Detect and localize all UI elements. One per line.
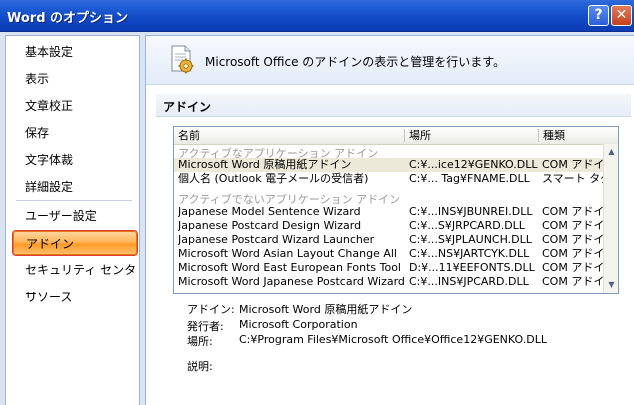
addin-gear-icon <box>171 45 194 74</box>
addin-name: Microsoft Word Japanese Postcard Wizard <box>178 275 404 288</box>
window-title: Word のオプション <box>7 11 129 26</box>
table-row[interactable]: Microsoft Word Japanese Postcard Wizard … <box>174 275 608 289</box>
detail-location-value: C:¥Program Files¥Microsoft Office¥Office… <box>239 333 547 346</box>
nav-item-proofing[interactable]: 文章校正 <box>13 94 137 118</box>
nav-item-save[interactable]: 保存 <box>13 121 137 145</box>
close-icon: ✕ <box>615 7 628 23</box>
detail-addin-value: Microsoft Word 原稿用紙アドイン <box>239 303 413 316</box>
nav-item-addins[interactable]: アドイン <box>13 231 137 255</box>
addins-panel: Microsoft Office のアドインの表示と管理を行います。 アドイン … <box>145 35 634 405</box>
addin-name: Japanese Model Sentence Wizard <box>178 205 361 218</box>
addin-type: COM アドイン <box>542 158 608 171</box>
section-header: アドイン <box>156 94 631 117</box>
nav-item-resources[interactable]: リソース <box>13 285 137 309</box>
addin-type: COM アドイン <box>542 219 608 232</box>
scroll-up-icon[interactable]: ▲ <box>605 145 618 158</box>
detail-location-label: 場所: <box>187 335 213 348</box>
addin-name: Japanese Postcard Wizard Launcher <box>178 233 375 246</box>
list-scrollbar[interactable]: ▲ ▼ <box>603 144 618 293</box>
addin-location: C:¥...S¥JPLAUNCH.DLL <box>409 233 532 246</box>
nav-item-display[interactable]: 表示 <box>13 67 137 91</box>
addin-type: スマート タグ <box>542 172 608 185</box>
column-header-name[interactable]: 名前 <box>174 128 404 143</box>
table-row[interactable]: Japanese Postcard Design Wizard C:¥...S¥… <box>174 219 608 233</box>
scroll-down-icon[interactable]: ▼ <box>605 278 618 291</box>
nav-item-advanced[interactable]: 詳細設定 <box>13 175 137 199</box>
addin-type: COM アドイン <box>542 205 608 218</box>
addin-location: D:¥...11¥EEFONTS.DLL <box>409 261 535 274</box>
addin-name: Microsoft Word Asian Layout Change All <box>178 247 397 260</box>
help-icon: ? <box>594 7 603 23</box>
nav-item-customize[interactable]: ユーザー設定 <box>13 204 137 228</box>
addin-location: C:¥...INS¥JPCARD.DLL <box>409 275 529 288</box>
panel-header: Microsoft Office のアドインの表示と管理を行います。 <box>146 36 634 85</box>
addin-list[interactable]: 名前 場所 種類 アクティブなアプリケーション アドイン Microsoft W… <box>173 126 619 294</box>
panel-description: Microsoft Office のアドインの表示と管理を行います。 <box>205 55 506 69</box>
section-title: アドイン <box>163 100 212 114</box>
column-header-type[interactable]: 種類 <box>539 128 603 143</box>
list-header: 名前 場所 種類 <box>174 127 618 145</box>
detail-publisher-label: 発行者: <box>187 320 224 333</box>
options-dialog: Word のオプション ? ✕ 基本設定 表示 文章校正 保存 文字体裁 詳細設… <box>0 0 634 405</box>
nav-item-basic[interactable]: 基本設定 <box>13 40 137 64</box>
addin-location: C:¥...INS¥JBUNREI.DLL <box>409 205 533 218</box>
table-row[interactable]: Microsoft Word East European Fonts Tool … <box>174 261 608 275</box>
close-button[interactable]: ✕ <box>611 5 632 26</box>
title-bar[interactable]: Word のオプション ? ✕ <box>0 0 634 32</box>
addin-name: 個人名 (Outlook 電子メールの受信者) <box>178 172 369 185</box>
table-row[interactable]: Japanese Postcard Wizard Launcher C:¥...… <box>174 233 608 247</box>
nav-item-typography[interactable]: 文字体裁 <box>13 148 137 172</box>
nav-divider <box>16 200 132 201</box>
detail-addin-label: アドイン: <box>187 303 235 316</box>
addin-location: C:¥...S¥JRPCARD.DLL <box>409 219 525 232</box>
column-header-location[interactable]: 場所 <box>405 128 538 143</box>
help-button[interactable]: ? <box>588 5 609 26</box>
table-row[interactable]: Microsoft Word 原稿用紙アドイン C:¥...ice12¥GENK… <box>174 158 608 172</box>
detail-publisher-value: Microsoft Corporation <box>239 318 358 331</box>
table-row[interactable]: 個人名 (Outlook 電子メールの受信者) C:¥... Tag¥FNAME… <box>174 172 608 186</box>
nav-item-trust-center[interactable]: セキュリティ センター <box>13 258 137 301</box>
options-nav: 基本設定 表示 文章校正 保存 文字体裁 詳細設定 ユーザー設定 アドイン セキ… <box>5 35 140 405</box>
addin-location: C:¥...ice12¥GENKO.DLL <box>409 158 538 171</box>
addin-type: COM アドイン <box>542 233 608 246</box>
addin-location: C:¥...NS¥JARTCYK.DLL <box>409 247 530 260</box>
table-row[interactable]: Japanese Model Sentence Wizard C:¥...INS… <box>174 205 608 219</box>
detail-description-label: 説明: <box>187 360 213 373</box>
table-row[interactable]: Microsoft Word Asian Layout Change All C… <box>174 247 608 261</box>
addin-name: Japanese Postcard Design Wizard <box>178 219 362 232</box>
addin-name: Microsoft Word East European Fonts Tool <box>178 261 401 274</box>
addin-type: COM アドイン <box>542 261 608 274</box>
addin-type: COM アドイン <box>542 247 608 260</box>
addin-name: Microsoft Word 原稿用紙アドイン <box>178 158 352 171</box>
addin-location: C:¥... Tag¥FNAME.DLL <box>409 172 530 185</box>
addin-type: COM アドイン <box>542 275 608 288</box>
